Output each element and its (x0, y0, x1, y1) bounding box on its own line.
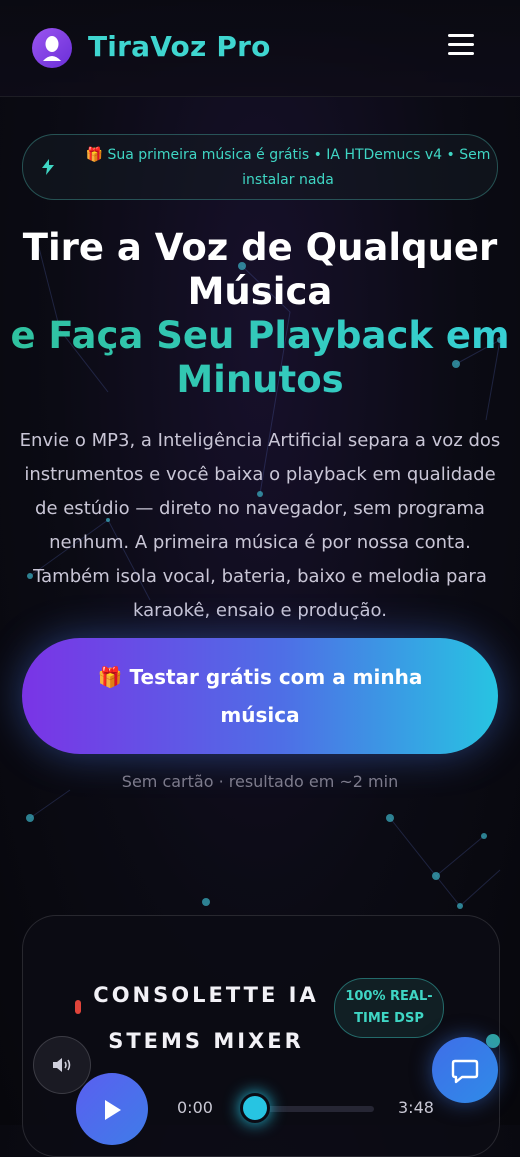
site-header: TiraVoz Pro (0, 0, 520, 97)
realtime-dsp-badge: 100% REAL-TIME DSP (334, 978, 444, 1038)
promo-banner: 🎁 Sua primeira música é grátis • IA HTDe… (22, 134, 498, 200)
cta-note: Sem cartão · resultado em ~2 min (121, 772, 399, 791)
hero-description: Envie o MP3, a Inteligência Artificial s… (19, 430, 501, 621)
hamburger-menu-icon[interactable] (448, 34, 474, 58)
progress-knob[interactable] (240, 1093, 270, 1123)
brand-name[interactable]: TiraVoz Pro (88, 30, 271, 63)
hero-title-line2: e Faça Seu Playback em Minutos (0, 314, 520, 402)
mixer-title: CONSOLETTE IA STEMS MIXER (93, 983, 319, 1053)
try-free-button[interactable]: 🎁 Testar grátis com a minha música (22, 638, 498, 754)
play-icon[interactable] (76, 1073, 148, 1145)
time-current: 0:00 (177, 1098, 213, 1117)
try-free-button-label: 🎁 Testar grátis com a minha música (97, 665, 423, 727)
promo-text: 🎁 Sua primeira música é grátis • IA HTDe… (85, 147, 491, 188)
volume-icon[interactable] (33, 1036, 91, 1094)
realtime-dsp-badge-label: 100% REAL-TIME DSP (345, 989, 433, 1026)
hero-title-line1: Tire a Voz de Qualquer Música (22, 226, 498, 313)
lightning-bolt-icon (42, 159, 54, 175)
hero-title: Tire a Voz de Qualquer Música e Faça Seu… (0, 226, 520, 402)
recording-indicator (75, 1000, 81, 1014)
chat-bubble-icon[interactable] (432, 1037, 498, 1103)
singer-silhouette-icon[interactable] (32, 28, 72, 68)
time-total: 3:48 (398, 1098, 434, 1117)
